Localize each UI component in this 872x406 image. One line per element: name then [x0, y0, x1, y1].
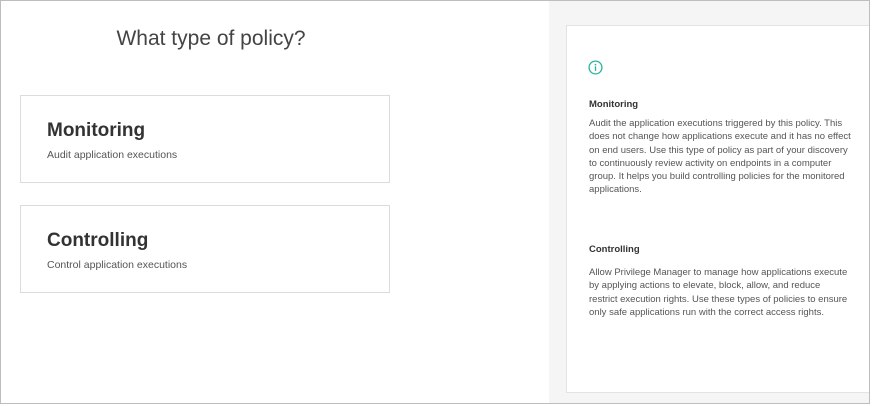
- controlling-card-title: Controlling: [47, 230, 149, 251]
- controlling-info-heading: Controlling: [589, 244, 640, 255]
- policy-type-dialog: What type of policy? Monitoring Audit ap…: [0, 0, 870, 404]
- info-pane: Monitoring Audit the application executi…: [549, 1, 869, 403]
- controlling-info-text: Allow Privilege Manager to manage how ap…: [589, 267, 848, 318]
- page-title: What type of policy?: [116, 27, 306, 50]
- policy-selection-pane: What type of policy? Monitoring Audit ap…: [1, 1, 549, 403]
- monitoring-info-heading: Monitoring: [589, 99, 639, 110]
- info-circle-icon: [588, 60, 603, 75]
- controlling-policy-card[interactable]: Controlling Control application executio…: [20, 205, 390, 293]
- monitoring-card-description: Audit application executions: [47, 149, 178, 161]
- monitoring-info-text: Audit the application executions trigger…: [589, 118, 851, 196]
- info-panel: Monitoring Audit the application executi…: [566, 25, 869, 393]
- controlling-card-description: Control application executions: [47, 259, 188, 271]
- monitoring-policy-card[interactable]: Monitoring Audit application executions: [20, 95, 390, 183]
- monitoring-card-title: Monitoring: [47, 120, 146, 141]
